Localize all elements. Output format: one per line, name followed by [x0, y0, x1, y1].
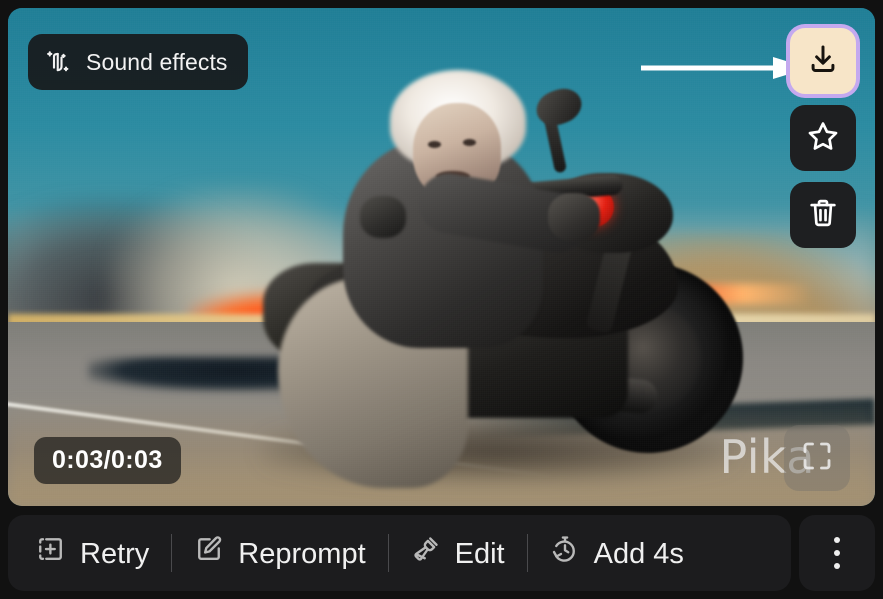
edit-button[interactable]: Edit	[389, 515, 527, 591]
video-action-buttons	[790, 28, 856, 248]
add-4s-label: Add 4s	[593, 537, 684, 570]
sound-effects-button[interactable]: Sound effects	[28, 34, 248, 90]
kebab-menu-icon	[834, 537, 840, 569]
star-outline-icon	[806, 119, 840, 158]
playback-timestamp: 0:03/0:03	[34, 437, 181, 484]
add-frame-icon	[36, 534, 66, 572]
reprompt-button[interactable]: Reprompt	[172, 515, 387, 591]
video-preview[interactable]: Sound effects 0:03/0:03 Pika	[8, 8, 875, 506]
kebab-dot	[834, 537, 840, 543]
action-toolbar: Retry Reprompt Edit Add 4s	[8, 515, 875, 591]
expand-fullscreen-icon	[799, 438, 835, 479]
pika-video-result-card: Sound effects 0:03/0:03 Pika Retry Repro…	[0, 0, 883, 599]
rider-hand-right	[548, 193, 600, 241]
reprompt-label: Reprompt	[238, 537, 366, 570]
sound-effects-label: Sound effects	[86, 48, 228, 75]
rider-hand-left	[360, 196, 406, 238]
download-icon	[806, 42, 840, 81]
kebab-dot	[834, 550, 840, 556]
edit-label: Edit	[454, 537, 505, 570]
expand-button[interactable]	[784, 425, 850, 491]
paintbrush-icon	[411, 534, 441, 572]
favorite-button[interactable]	[790, 105, 856, 171]
trash-icon	[806, 196, 840, 235]
more-options-button[interactable]	[799, 515, 875, 591]
delete-button[interactable]	[790, 182, 856, 248]
add-4s-button[interactable]: Add 4s	[528, 515, 706, 591]
rider-eye-right	[463, 139, 476, 146]
download-button[interactable]	[790, 28, 856, 94]
retry-label: Retry	[80, 537, 150, 570]
rider-eye-left	[428, 141, 441, 148]
retry-button[interactable]: Retry	[14, 515, 171, 591]
sound-waveform-sparkle-icon	[44, 47, 74, 77]
motorcycle-mirror	[531, 83, 587, 131]
kebab-dot	[834, 563, 840, 569]
pencil-square-icon	[194, 534, 224, 572]
timer-refresh-icon	[550, 534, 580, 572]
toolbar-main-group: Retry Reprompt Edit Add 4s	[8, 515, 791, 591]
